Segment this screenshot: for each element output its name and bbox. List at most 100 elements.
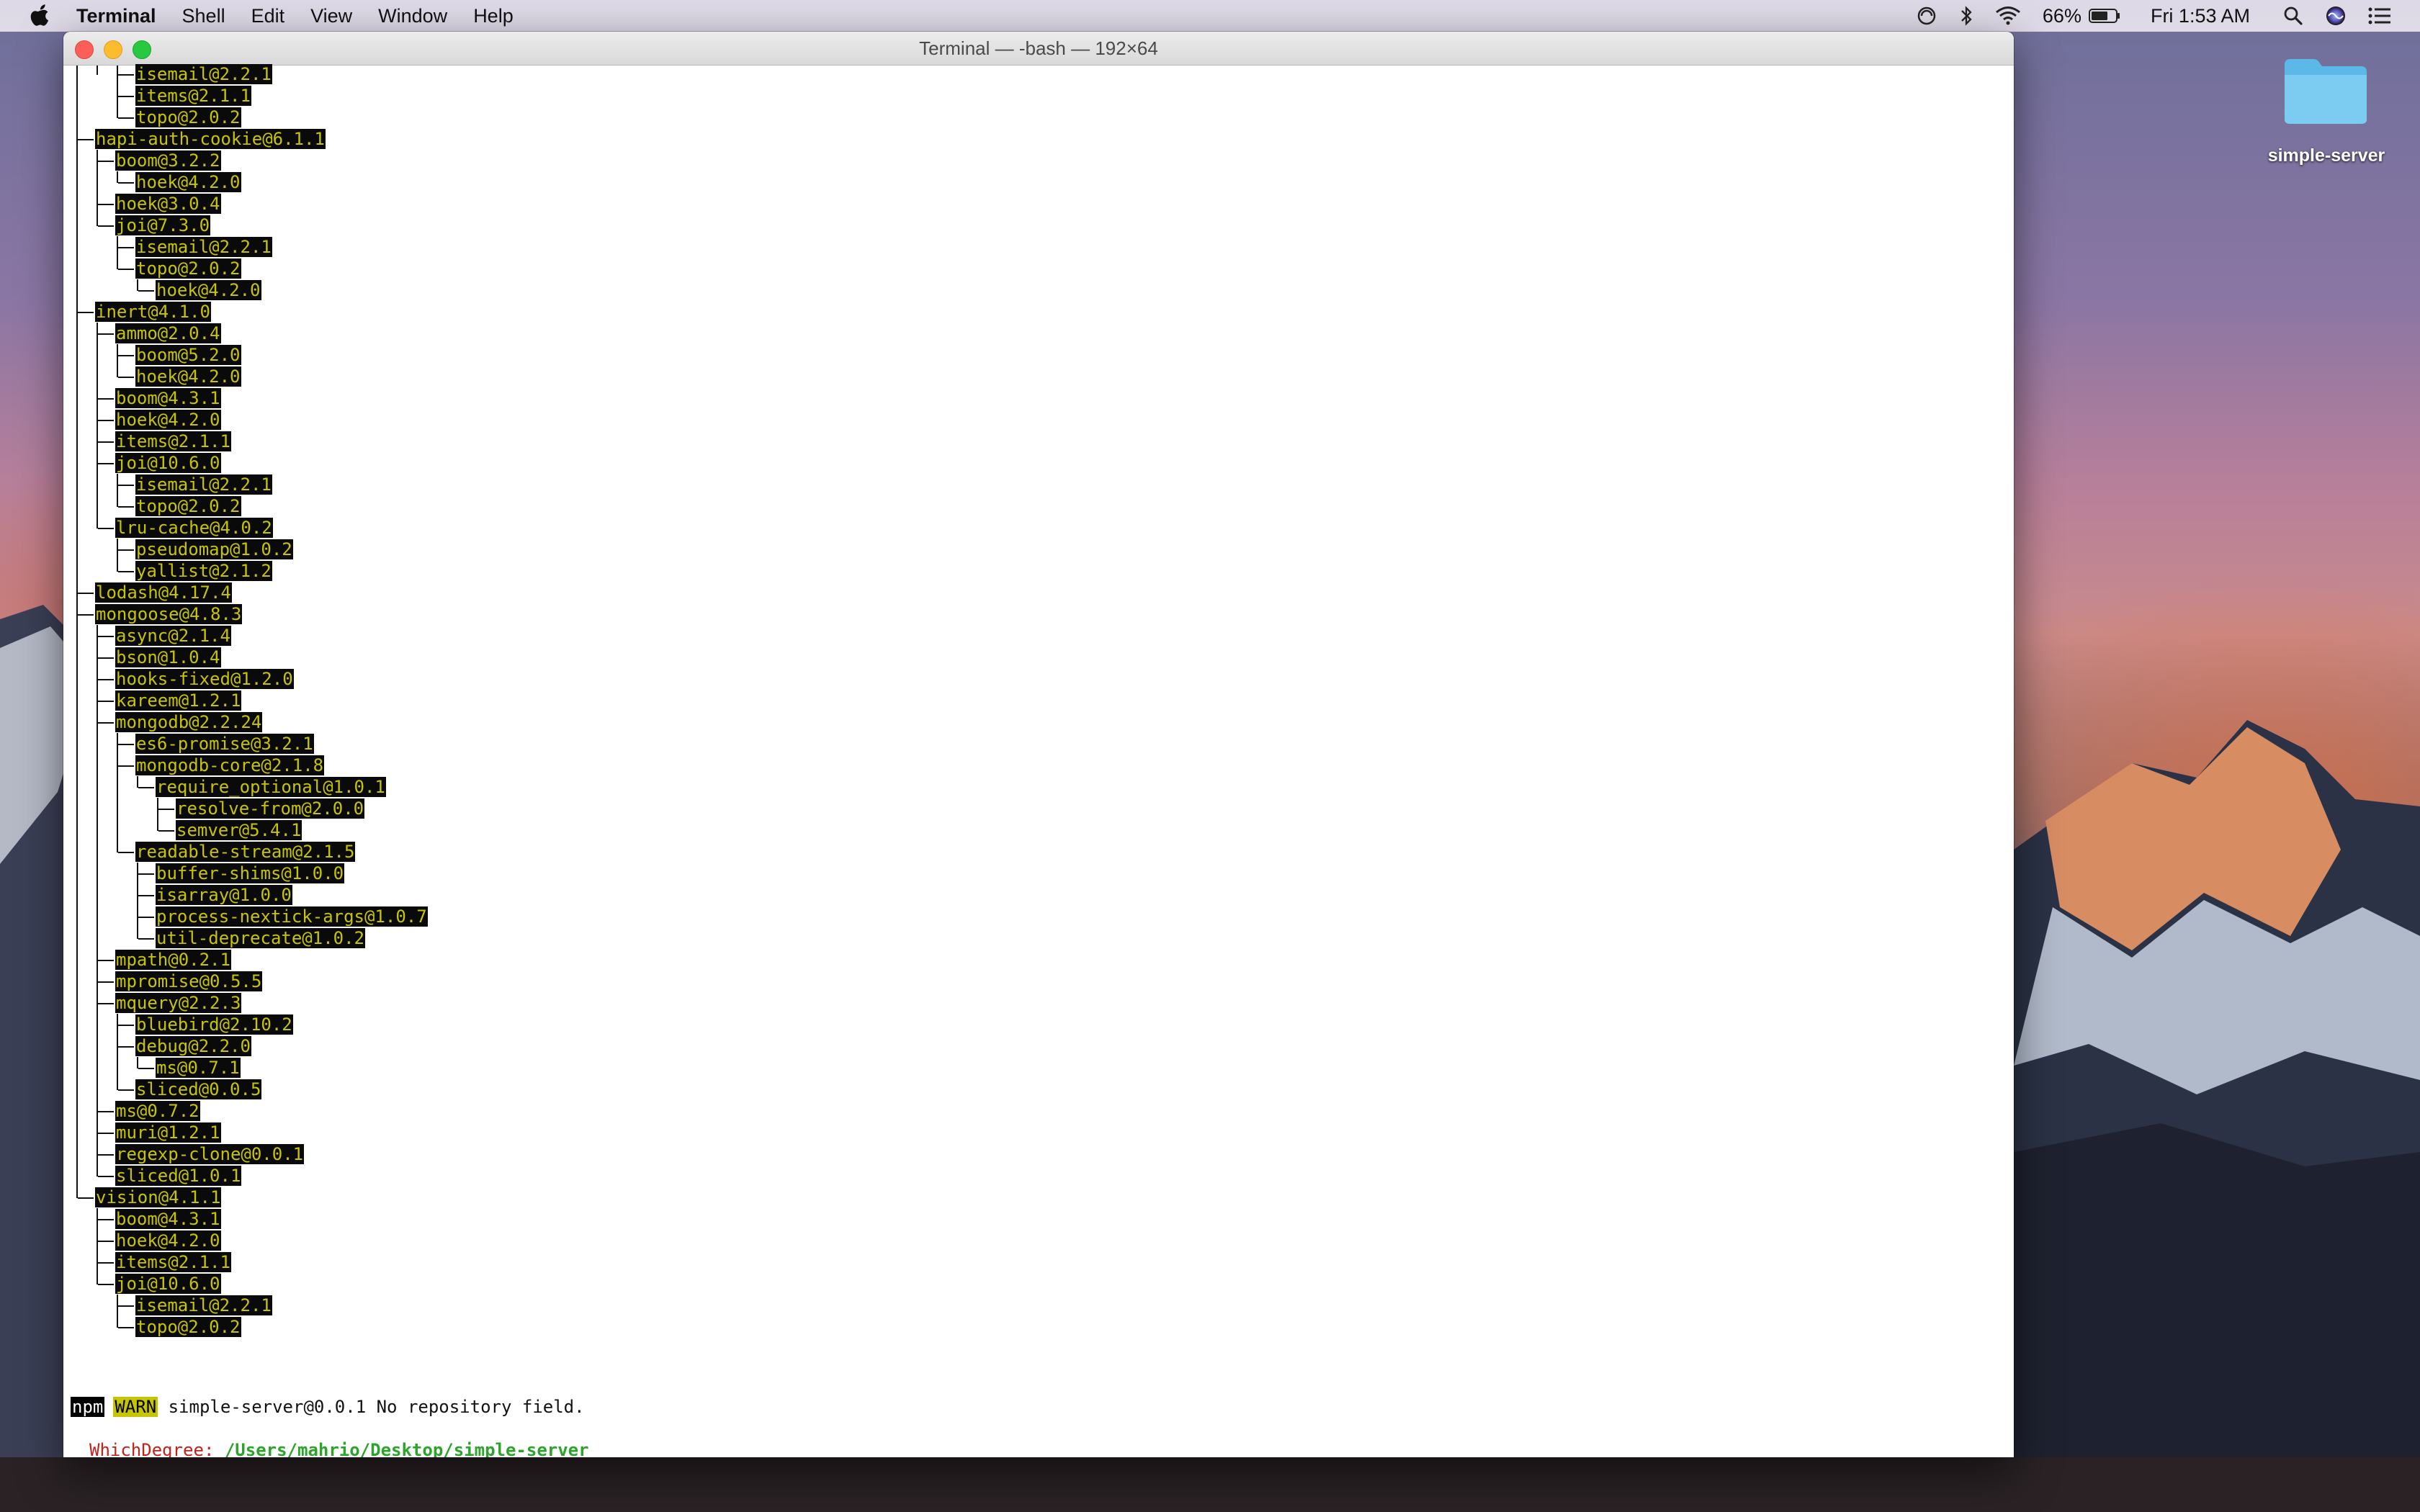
tree-connector: [118, 506, 134, 508]
package-name: topo@2.0.2: [135, 258, 241, 279]
package-name: bson@1.0.4: [115, 647, 221, 667]
warn-tag: WARN: [113, 1397, 158, 1417]
menubar-clock[interactable]: Fri 1:53 AM: [2151, 5, 2250, 27]
tree-line: isarray@1.0.0: [156, 884, 292, 906]
menu-help[interactable]: Help: [473, 5, 514, 27]
menu-window[interactable]: Window: [378, 5, 447, 27]
package-name: hapi-auth-cookie@6.1.1: [95, 129, 326, 149]
prompt-label: WhichDegree:: [89, 1440, 225, 1457]
spotlight-search-icon[interactable]: [2283, 0, 2303, 32]
tree-guide: [137, 1057, 138, 1068]
sync-icon[interactable]: [1916, 0, 1937, 32]
tree-guide: [117, 474, 118, 507]
npm-tag: npm: [71, 1397, 105, 1417]
tree-line: yallist@2.1.2: [135, 560, 272, 582]
tree-line: boom@4.3.1: [115, 387, 221, 409]
package-name: inert@4.1.0: [95, 302, 211, 322]
package-name: hoek@3.0.4: [115, 194, 221, 214]
tree-connector: [98, 528, 114, 529]
tree-guide: [157, 798, 158, 831]
package-name: pseudomap@1.0.2: [135, 539, 293, 559]
package-name: resolve-from@2.0.0: [176, 798, 365, 819]
folder-label[interactable]: simple-server: [2233, 145, 2420, 166]
menu-edit[interactable]: Edit: [251, 5, 285, 27]
tree-line: kareem@1.2.1: [115, 690, 242, 711]
tree-connector: [98, 225, 114, 227]
package-name: isemail@2.2.1: [135, 64, 272, 84]
tree-line: boom@4.3.1: [115, 1208, 221, 1230]
tree-line: hooks-fixed@1.2.0: [115, 668, 294, 690]
tree-guide: [117, 1014, 118, 1090]
package-name: hoek@4.2.0: [135, 172, 241, 192]
tree-line: sliced@0.0.5: [135, 1079, 262, 1100]
tree-connector: [98, 1284, 114, 1285]
battery-percent: 66%: [2042, 4, 2081, 27]
apple-menu-icon[interactable]: [29, 4, 50, 28]
tree-connector: [78, 1197, 94, 1199]
tree-guide: [117, 1295, 118, 1328]
tree-connector: [118, 1046, 134, 1048]
tree-connector: [118, 765, 134, 767]
tree-connector: [78, 614, 94, 616]
tree-line: bson@1.0.4: [115, 647, 221, 668]
package-name: yallist@2.1.2: [135, 561, 272, 581]
package-name: process-nextick-args@1.0.7: [156, 906, 428, 927]
siri-icon[interactable]: [2325, 0, 2347, 32]
wifi-icon[interactable]: [1995, 0, 2021, 32]
window-titlebar[interactable]: Terminal — -bash — 192×64: [63, 32, 2014, 66]
package-name: es6-promise@3.2.1: [135, 734, 314, 754]
package-name: kareem@1.2.1: [115, 690, 242, 711]
tree-connector: [98, 981, 114, 983]
tree-connector: [98, 1262, 114, 1264]
menu-shell[interactable]: Shell: [182, 5, 225, 27]
package-name: debug@2.2.0: [135, 1036, 251, 1056]
tree-connector: [98, 398, 114, 400]
package-name: ms@0.7.2: [115, 1101, 200, 1121]
notification-center-icon[interactable]: [2368, 0, 2391, 32]
tree-connector: [138, 917, 154, 918]
tree-guide: [97, 625, 98, 1176]
tree-line: mquery@2.2.3: [115, 992, 242, 1014]
package-name: sliced@0.0.5: [135, 1079, 262, 1099]
package-name: hoek@4.2.0: [115, 1230, 221, 1251]
terminal-output[interactable]: isemail@2.2.1 items@2.1.1 topo@2.0.2 hapi-a…: [63, 64, 2014, 1457]
prompt-path: /Users/mahrio/Desktop/simple-server: [224, 1440, 589, 1457]
package-name: mongodb@2.2.24: [115, 712, 263, 732]
package-name: joi@10.6.0: [115, 1274, 221, 1294]
tree-guide: [117, 66, 118, 118]
package-name: boom@4.3.1: [115, 1209, 221, 1229]
package-name: mongoose@4.8.3: [95, 604, 243, 624]
tree-line: lodash@4.17.4: [95, 582, 232, 603]
tree-line: inert@4.1.0: [95, 301, 211, 323]
package-name: boom@4.3.1: [115, 388, 221, 408]
tree-line: vision@4.1.1: [95, 1187, 222, 1208]
package-name: mpromise@0.5.5: [115, 971, 263, 991]
menu-app-terminal[interactable]: Terminal: [76, 5, 156, 27]
tree-connector: [138, 290, 154, 292]
bluetooth-icon[interactable]: [1959, 0, 1973, 32]
menu-view[interactable]: View: [310, 5, 352, 27]
package-name: items@2.1.1: [115, 1252, 231, 1272]
terminal-window[interactable]: Terminal — -bash — 192×64 isemail@2.2.1 i…: [63, 32, 2014, 1457]
tree-line: mpromise@0.5.5: [115, 971, 263, 992]
tree-connector: [98, 420, 114, 421]
package-name: ms@0.7.1: [156, 1058, 241, 1078]
package-name: lru-cache@4.0.2: [115, 518, 273, 538]
tree-line: items@2.1.1: [115, 1251, 231, 1273]
tree-line: async@2.1.4: [115, 625, 231, 647]
package-name: util-deprecate@1.0.2: [156, 928, 365, 948]
battery-icon[interactable]: [2088, 0, 2120, 32]
tree-guide: [97, 323, 98, 528]
prompt-line: WhichDegree: /Users/mahrio/Desktop/simpl…: [89, 1439, 589, 1457]
tree-connector: [98, 333, 114, 335]
tree-connector: [98, 1111, 114, 1112]
tree-line: readable-stream@2.1.5: [135, 841, 356, 863]
folder-icon[interactable]: [2282, 55, 2370, 127]
package-name: async@2.1.4: [115, 626, 231, 646]
tree-line: topo@2.0.2: [135, 495, 241, 517]
tree-line: buffer-shims@1.0.0: [156, 863, 345, 884]
package-name: require_optional@1.0.1: [156, 777, 386, 797]
tree-connector: [118, 744, 134, 745]
tree-guide: [117, 171, 118, 183]
tree-guide: [137, 863, 138, 939]
